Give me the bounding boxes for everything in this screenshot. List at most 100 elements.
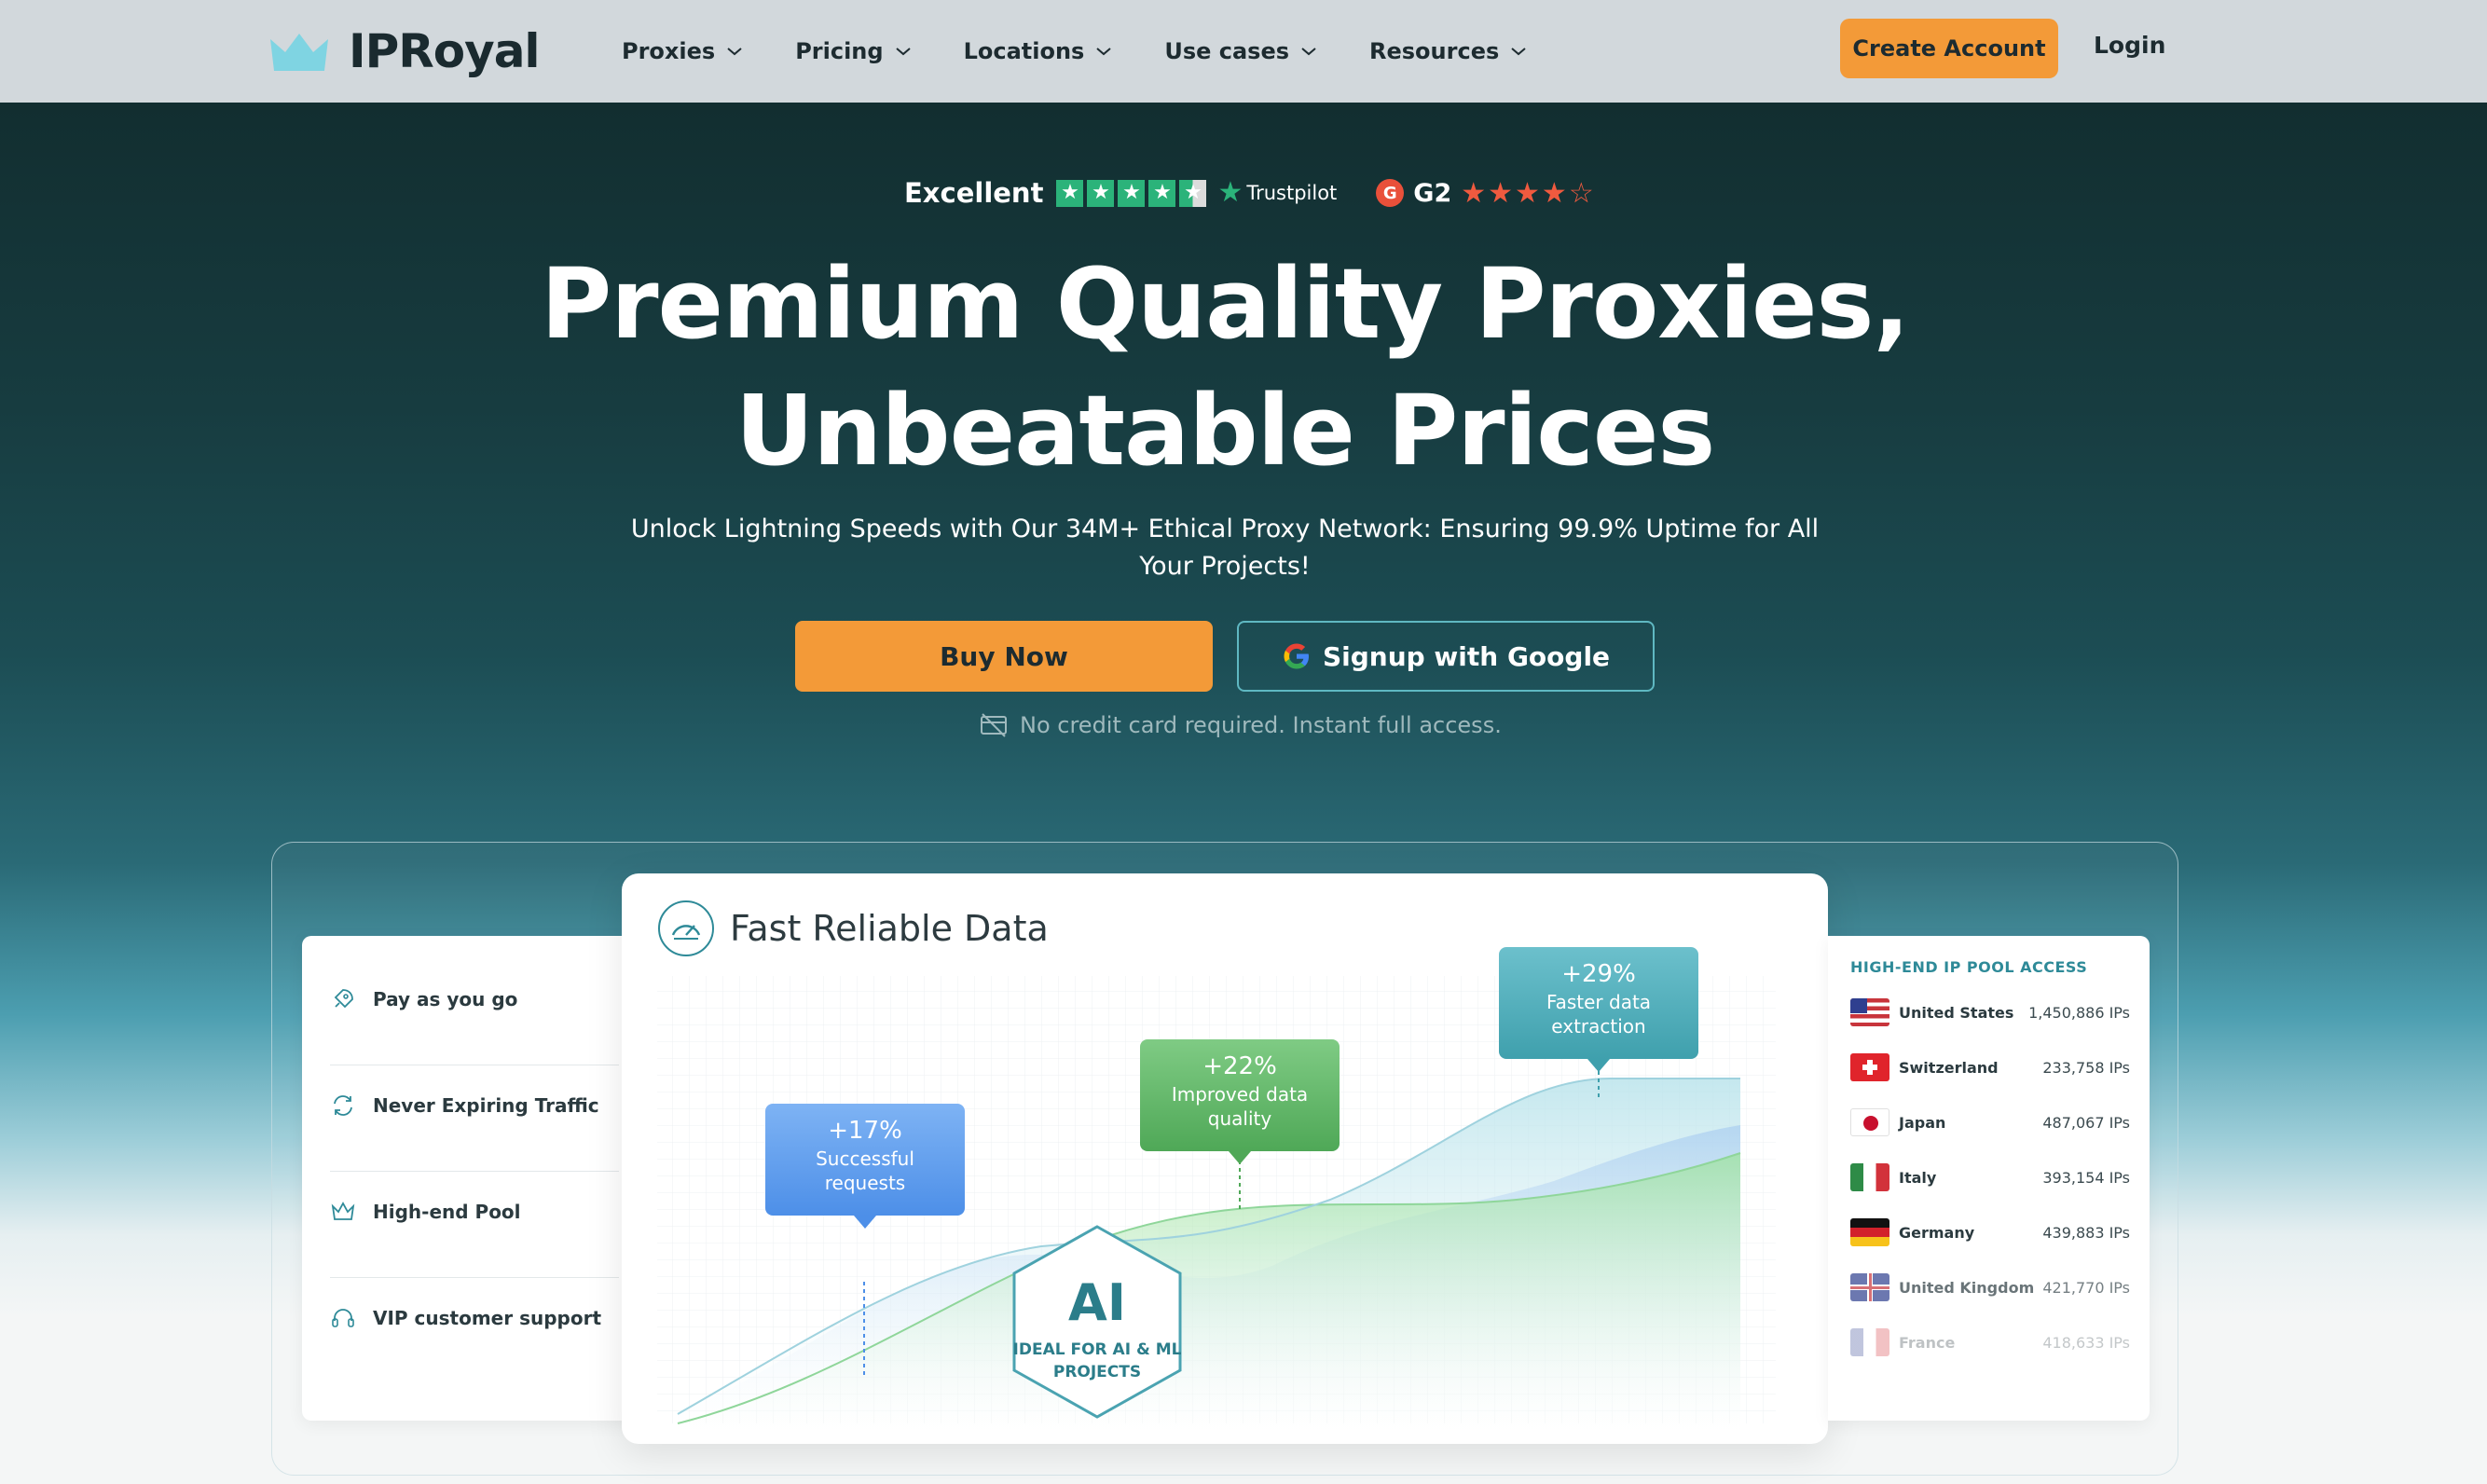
pool-count: 421,770 IPs — [2042, 1278, 2130, 1297]
login-link[interactable]: Login — [2094, 32, 2165, 59]
pool-country: Germany — [1899, 1223, 1975, 1242]
nav-use-cases[interactable]: Use cases — [1164, 38, 1317, 64]
ip-pool-panel: HIGH-END IP POOL ACCESS United States 1,… — [1828, 936, 2150, 1421]
pool-country: France — [1899, 1333, 1956, 1352]
france-flag-icon — [1850, 1328, 1889, 1356]
bubble-label: quality — [1207, 1107, 1272, 1130]
trustpilot-stars: ★ ★ ★ ★ ★ — [1056, 179, 1207, 207]
bubble-successful-requests: +17% Successful requests — [765, 1104, 965, 1229]
chevron-down-icon — [1511, 48, 1526, 56]
bubble-improved-quality: +22% Improved data quality — [1140, 1039, 1340, 1164]
bubble-pct: +22% — [1202, 1052, 1277, 1080]
g2-logo-icon: G — [1376, 179, 1405, 207]
signup-google-button[interactable]: Signup with Google — [1237, 621, 1655, 692]
buy-now-button[interactable]: Buy Now — [795, 621, 1213, 692]
pool-row: Germany 439,883 IPs — [1850, 1216, 2130, 1249]
pool-country: United States — [1899, 1003, 2014, 1022]
trustpilot-rating-label: Excellent — [904, 177, 1044, 209]
feature-pay-as-you-go: Pay as you go — [330, 986, 517, 1012]
create-account-button[interactable]: Create Account — [1840, 19, 2058, 78]
feature-never-expiring: Never Expiring Traffic — [330, 1092, 599, 1119]
pool-country: Japan — [1899, 1113, 1946, 1132]
nav-label: Pricing — [795, 38, 884, 64]
bubble-label: Improved data — [1171, 1083, 1309, 1106]
uk-flag-icon — [1850, 1273, 1889, 1301]
nav-locations[interactable]: Locations — [964, 38, 1113, 64]
pool-count: 487,067 IPs — [2042, 1113, 2130, 1132]
star-icon: ★ — [1056, 179, 1084, 207]
us-flag-icon — [1850, 998, 1889, 1026]
nav-proxies[interactable]: Proxies — [622, 38, 743, 64]
feature-label: VIP customer support — [373, 1307, 602, 1329]
pool-count: 1,450,886 IPs — [2028, 1003, 2130, 1022]
pool-country: United Kingdom — [1899, 1278, 2035, 1297]
speedometer-icon — [658, 900, 714, 956]
features-panel: Pay as you go Never Expiring Traffic Hig… — [302, 936, 647, 1421]
bubble-tail — [1587, 1059, 1610, 1072]
ai-caption-line-1: IDEAL FOR AI & ML — [1012, 1340, 1182, 1359]
nav-pricing[interactable]: Pricing — [795, 38, 911, 64]
card-title-text: Fast Reliable Data — [730, 908, 1049, 949]
ratings-bar: Excellent ★ ★ ★ ★ ★ ★ Trustpilot G G2 ★★… — [904, 175, 1596, 211]
google-icon — [1284, 643, 1309, 669]
g2-stars: ★★★★☆ — [1461, 176, 1596, 210]
swiss-flag-icon — [1850, 1053, 1889, 1081]
headset-icon — [332, 1309, 354, 1327]
hero-subtext: Unlock Lightning Speeds with Our 34M+ Et… — [630, 515, 1820, 581]
nav-label: Locations — [963, 38, 1085, 64]
ai-label: AI — [1068, 1273, 1126, 1332]
pool-title: HIGH-END IP POOL ACCESS — [1850, 958, 2088, 976]
trustpilot-logo[interactable]: ★ Trustpilot — [1217, 179, 1337, 207]
pool-country: Switzerland — [1899, 1058, 1999, 1077]
pool-row: Italy 393,154 IPs — [1850, 1161, 2130, 1194]
star-icon: ★ — [1118, 179, 1146, 207]
trustpilot-brand: Trustpilot — [1246, 182, 1338, 204]
top-navbar: IPRoyal Proxies Pricing Locations Use ca… — [0, 0, 2487, 103]
feature-label: Never Expiring Traffic — [373, 1094, 599, 1117]
germany-flag-icon — [1850, 1218, 1889, 1246]
bubble-pct: +17% — [828, 1117, 902, 1145]
nav-label: Proxies — [622, 38, 716, 64]
crown-icon — [331, 1202, 355, 1220]
google-button-label: Signup with Google — [1322, 640, 1611, 672]
pool-count: 439,883 IPs — [2042, 1223, 2130, 1242]
headline-line-2: Unbeatable Prices — [735, 374, 1716, 488]
chevron-down-icon — [895, 48, 911, 56]
card-title: Fast Reliable Data — [657, 900, 1049, 957]
crown-logo-icon — [270, 34, 328, 71]
star-icon: ★ — [1179, 179, 1207, 207]
pool-row: France 418,633 IPs — [1850, 1326, 2130, 1359]
nav-resources[interactable]: Resources — [1369, 38, 1527, 64]
feature-high-end-pool: High-end Pool — [330, 1199, 521, 1225]
pool-row: United States 1,450,886 IPs — [1850, 996, 2130, 1029]
no-credit-card-icon — [981, 713, 1007, 737]
divider — [330, 1171, 619, 1172]
pool-row: Switzerland 233,758 IPs — [1850, 1051, 2130, 1084]
brand-name: IPRoyal — [349, 24, 541, 78]
headline-line-1: Premium Quality Proxies, — [541, 247, 1910, 361]
pool-count: 233,758 IPs — [2042, 1058, 2130, 1077]
refresh-icon — [334, 1095, 352, 1116]
fast-data-card: Fast Reliable Data +17% Successful reque… — [622, 873, 1828, 1444]
bubble-pct: +29% — [1561, 960, 1636, 988]
bubble-label: extraction — [1551, 1015, 1646, 1037]
pool-count: 393,154 IPs — [2042, 1168, 2130, 1187]
bubble-label: Faster data — [1546, 991, 1652, 1013]
feature-label: Pay as you go — [373, 988, 518, 1010]
bubble-tail — [1229, 1151, 1251, 1164]
pool-country: Italy — [1899, 1168, 1937, 1187]
ai-caption: IDEAL FOR AI & ML PROJECTS — [1009, 1339, 1186, 1383]
hero-headline: Premium Quality Proxies, Unbeatable Pric… — [0, 240, 2450, 494]
feature-label: High-end Pool — [373, 1201, 521, 1223]
chevron-down-icon — [1096, 48, 1111, 56]
bubble-label: requests — [824, 1172, 906, 1194]
feature-vip-support: VIP customer support — [330, 1305, 601, 1331]
bubble-faster-extraction: +29% Faster data extraction — [1499, 947, 1698, 1072]
japan-flag-icon — [1850, 1108, 1889, 1136]
logo[interactable]: IPRoyal — [268, 21, 541, 82]
bubble-label: Successful — [816, 1147, 914, 1170]
pool-row: United Kingdom 421,770 IPs — [1850, 1271, 2130, 1304]
divider — [330, 1277, 619, 1278]
italy-flag-icon — [1850, 1163, 1889, 1191]
chevron-down-icon — [1301, 48, 1316, 56]
